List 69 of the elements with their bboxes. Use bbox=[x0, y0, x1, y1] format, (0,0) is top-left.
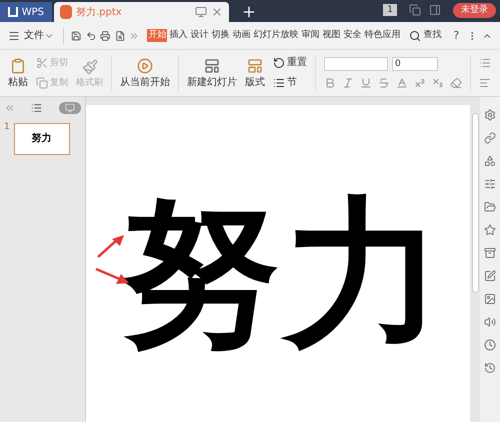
shapes-icon[interactable] bbox=[484, 155, 496, 167]
print-icon[interactable] bbox=[100, 30, 111, 42]
reset-icon bbox=[273, 57, 285, 69]
play-icon bbox=[137, 58, 153, 74]
monitor-icon bbox=[64, 103, 75, 113]
italic-icon[interactable] bbox=[342, 77, 354, 89]
font-color-icon[interactable] bbox=[396, 77, 408, 89]
slide-thumbnail[interactable]: 努力 bbox=[14, 123, 70, 155]
monitor-icon[interactable] bbox=[195, 6, 207, 18]
superscript-icon[interactable] bbox=[414, 77, 426, 89]
ribbon-tab[interactable]: 幻灯片放映 bbox=[252, 29, 300, 42]
slide-title: 努力 bbox=[120, 193, 448, 353]
search-button[interactable]: 查找 bbox=[409, 30, 442, 42]
window-count-badge[interactable]: 1 bbox=[383, 4, 397, 16]
bold-icon[interactable] bbox=[324, 77, 336, 89]
ribbon-tab[interactable]: 安全 bbox=[342, 29, 362, 42]
folder-icon[interactable] bbox=[484, 201, 496, 213]
reset-button[interactable]: 重置 bbox=[273, 57, 307, 69]
ribbon-tab[interactable]: 设计 bbox=[189, 29, 210, 42]
logo-icon bbox=[8, 7, 18, 17]
clock-icon[interactable] bbox=[484, 339, 496, 351]
brush-icon bbox=[82, 58, 98, 74]
section-button[interactable]: 节 bbox=[273, 77, 307, 89]
save-icon[interactable] bbox=[71, 30, 82, 42]
undo-icon[interactable] bbox=[86, 30, 96, 42]
new-tab-icon[interactable] bbox=[241, 4, 257, 20]
scrollbar-thumb[interactable] bbox=[472, 113, 478, 293]
panel-icon[interactable] bbox=[429, 4, 441, 16]
subscript-icon[interactable] bbox=[432, 77, 444, 89]
ribbon-tab[interactable]: 视图 bbox=[321, 29, 342, 42]
strikethrough-icon[interactable] bbox=[378, 77, 390, 89]
paste-button[interactable]: 粘贴 bbox=[8, 58, 28, 88]
preview-icon[interactable] bbox=[114, 30, 125, 42]
app-tab[interactable]: WPS bbox=[0, 2, 52, 22]
link-icon[interactable] bbox=[484, 132, 496, 144]
new-slide-icon bbox=[204, 58, 220, 74]
underline-icon[interactable] bbox=[360, 77, 372, 89]
archive-icon[interactable] bbox=[484, 247, 496, 259]
slide-view-toggle[interactable] bbox=[58, 102, 81, 114]
ribbon-tab[interactable]: 插入 bbox=[168, 29, 188, 42]
ribbon-tab[interactable]: 审阅 bbox=[300, 29, 320, 42]
close-icon[interactable] bbox=[211, 6, 223, 18]
font-name-field[interactable] bbox=[324, 57, 388, 71]
image-icon[interactable] bbox=[484, 293, 496, 305]
ribbon-tab[interactable]: 特色应用 bbox=[363, 29, 402, 42]
scissors-icon bbox=[36, 57, 48, 69]
help-button[interactable]: ? bbox=[453, 30, 460, 41]
sliders-icon[interactable] bbox=[484, 178, 496, 190]
play-from-current-button[interactable]: 从当前开始 bbox=[120, 58, 170, 88]
new-slide-button[interactable]: 新建幻灯片 bbox=[187, 58, 237, 88]
search-icon bbox=[409, 30, 422, 42]
star-icon[interactable] bbox=[484, 224, 496, 236]
ribbon-tab[interactable]: 动画 bbox=[231, 29, 252, 42]
clipboard-icon bbox=[10, 58, 26, 74]
font-size-field[interactable]: 0 bbox=[392, 57, 438, 71]
eraser-icon[interactable] bbox=[450, 77, 462, 89]
speaker-icon[interactable] bbox=[484, 316, 496, 328]
edit-icon[interactable] bbox=[484, 270, 496, 282]
gear-icon[interactable] bbox=[484, 109, 496, 121]
ribbon-tab[interactable]: 切换 bbox=[210, 29, 230, 42]
layout-icon bbox=[247, 58, 263, 74]
slide-number: 1 bbox=[4, 123, 10, 132]
align-left-icon[interactable] bbox=[479, 77, 491, 89]
login-button[interactable]: 未登录 bbox=[453, 3, 496, 18]
file-menu[interactable]: 文件 bbox=[24, 30, 44, 40]
presentation-file-icon bbox=[60, 5, 72, 19]
copy-icon bbox=[36, 77, 48, 89]
history-icon[interactable] bbox=[484, 362, 496, 374]
layout-button[interactable]: 版式 bbox=[245, 58, 265, 88]
